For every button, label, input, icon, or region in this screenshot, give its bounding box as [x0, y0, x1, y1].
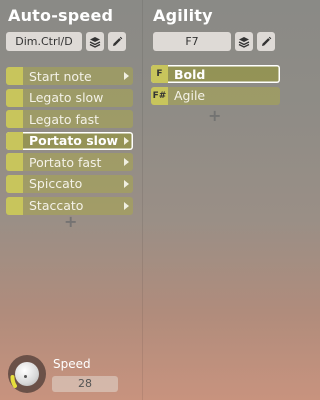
item-label: Bold	[174, 66, 206, 82]
auto-speed-item[interactable]: Legato fast	[6, 110, 133, 129]
item-label: Portato slow	[29, 133, 119, 149]
layers-icon	[89, 36, 101, 48]
auto-speed-controls: Dim.Ctrl/D	[6, 32, 126, 51]
pencil-icon	[113, 36, 123, 46]
layers-icon	[238, 36, 250, 48]
item-label: Portato fast	[29, 154, 102, 170]
pencil-icon	[262, 36, 272, 46]
auto-speed-edit-button[interactable]	[108, 32, 126, 51]
chevron-right-icon	[124, 158, 129, 167]
item-label: Legato slow	[29, 90, 104, 106]
item-swatch	[6, 88, 23, 107]
speed-label: Speed	[53, 357, 91, 371]
chevron-right-icon	[124, 136, 129, 145]
item-label: Staccato	[29, 198, 84, 214]
item-swatch	[6, 174, 23, 193]
item-swatch	[6, 196, 23, 215]
add-auto-speed-button[interactable]: +	[64, 212, 77, 231]
item-label: Legato fast	[29, 111, 100, 127]
auto-speed-item[interactable]: Start note	[6, 67, 133, 85]
auto-speed-title: Auto-speed	[8, 6, 114, 25]
auto-speed-panel: Auto-speed Dim.Ctrl/D Start note Legato …	[0, 0, 142, 400]
agility-layers-button[interactable]	[235, 32, 253, 51]
agility-edit-button[interactable]	[257, 32, 275, 51]
speed-knob[interactable]	[8, 355, 46, 393]
item-label: Spiccato	[29, 176, 83, 192]
item-swatch	[6, 153, 23, 172]
item-label: Agile	[174, 88, 206, 104]
auto-speed-controller-field[interactable]: Dim.Ctrl/D	[6, 32, 82, 51]
speed-value-field[interactable]: 28	[52, 376, 118, 392]
chevron-right-icon	[124, 179, 129, 188]
auto-speed-layers-button[interactable]	[86, 32, 104, 51]
agility-item-selected[interactable]: F Bold	[151, 65, 280, 83]
agility-panel: Agility F7 F Bold F# Agile +	[142, 0, 286, 400]
auto-speed-item[interactable]: Legato slow	[6, 88, 133, 107]
agility-item[interactable]: F# Agile	[151, 86, 280, 105]
chevron-right-icon	[124, 201, 129, 210]
speed-knob-cap	[15, 362, 39, 386]
auto-speed-item-selected[interactable]: Portato slow	[6, 131, 133, 150]
agility-list: F Bold F# Agile	[151, 65, 280, 108]
item-label: Start note	[29, 68, 92, 84]
agility-key-field[interactable]: F7	[153, 32, 231, 51]
item-key: F#	[151, 86, 168, 105]
item-swatch	[6, 110, 23, 129]
item-swatch	[6, 67, 23, 85]
auto-speed-list: Start note Legato slow Legato fast Porta…	[6, 67, 133, 218]
item-swatch	[6, 131, 23, 150]
item-key: F	[151, 65, 168, 83]
agility-title: Agility	[153, 6, 213, 25]
auto-speed-item[interactable]: Spiccato	[6, 174, 133, 193]
add-agility-button[interactable]: +	[208, 106, 221, 125]
auto-speed-item[interactable]: Portato fast	[6, 153, 133, 172]
agility-controls: F7	[153, 32, 275, 51]
speed-knob-indicator	[24, 375, 27, 378]
chevron-right-icon	[124, 72, 129, 80]
